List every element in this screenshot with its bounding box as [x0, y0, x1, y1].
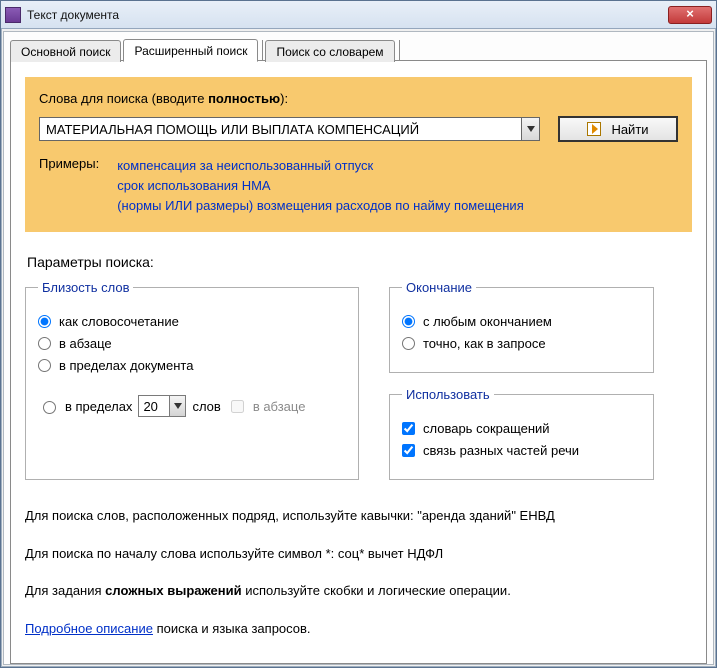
radio-as-phrase-input[interactable]: [38, 315, 51, 328]
use-group: Использовать словарь сокращений связь ра…: [389, 387, 654, 480]
hints-block: Для поиска слов, расположенных подряд, и…: [25, 506, 692, 638]
search-label: Слова для поиска (вводите полностью):: [39, 91, 678, 106]
examples-lines: компенсация за неиспользованный отпуск с…: [117, 156, 524, 216]
examples-block: Примеры: компенсация за неиспользованный…: [39, 156, 678, 216]
check-abbr-dict-label: словарь сокращений: [423, 421, 550, 436]
hint-quotes: Для поиска слов, расположенных подряд, и…: [25, 506, 692, 526]
radio-exact-ending[interactable]: точно, как в запросе: [402, 336, 641, 351]
radio-in-paragraph-label: в абзаце: [59, 336, 112, 351]
example-line: срок использования НМА: [117, 176, 524, 196]
radio-within-input[interactable]: [43, 401, 56, 414]
radio-in-paragraph-input[interactable]: [38, 337, 51, 350]
within-spinner: [138, 395, 186, 417]
tabstrip: Основной поиск Расширенный поиск Поиск с…: [10, 38, 707, 61]
radio-in-paragraph[interactable]: в абзаце: [38, 336, 346, 351]
example-line: компенсация за неиспользованный отпуск: [117, 156, 524, 176]
tab-separator: [399, 40, 400, 61]
within-paragraph-checkbox: [231, 400, 244, 413]
tab-basic-search[interactable]: Основной поиск: [10, 40, 121, 62]
ending-legend: Окончание: [402, 280, 476, 295]
search-label-bold: полностью: [208, 91, 280, 106]
check-abbr-dict-input[interactable]: [402, 422, 415, 435]
chevron-down-icon: [174, 403, 182, 409]
check-abbr-dict[interactable]: словарь сокращений: [402, 421, 641, 436]
proximity-legend: Близость слов: [38, 280, 133, 295]
close-button[interactable]: ×: [668, 6, 712, 24]
params-row: Близость слов как словосочетание в абзац…: [25, 280, 692, 480]
proximity-group: Близость слов как словосочетание в абзац…: [25, 280, 359, 480]
params-title: Параметры поиска:: [27, 254, 692, 270]
within-spin-button[interactable]: [170, 395, 186, 417]
examples-caption: Примеры:: [39, 156, 99, 216]
check-pos-link-input[interactable]: [402, 444, 415, 457]
check-pos-link[interactable]: связь разных частей речи: [402, 443, 641, 458]
search-panel: Слова для поиска (вводите полностью): На…: [25, 77, 692, 232]
radio-any-ending[interactable]: с любым окончанием: [402, 314, 641, 329]
search-field: [39, 117, 540, 141]
search-label-suffix: ):: [280, 91, 288, 106]
tab-advanced-search[interactable]: Расширенный поиск: [123, 39, 258, 62]
within-prefix: в пределах: [65, 399, 132, 414]
hint-star: Для поиска по началу слова используйте с…: [25, 544, 692, 564]
example-line: (нормы ИЛИ размеры) возмещения расходов …: [117, 196, 524, 216]
right-col: Окончание с любым окончанием точно, как …: [389, 280, 654, 480]
app-icon: [5, 7, 21, 23]
hint-expressions: Для задания сложных выражений используйт…: [25, 581, 692, 601]
within-row: в пределах слов в абзаце: [38, 395, 346, 417]
find-icon: [587, 122, 601, 136]
ending-group: Окончание с любым окончанием точно, как …: [389, 280, 654, 373]
chevron-down-icon: [527, 126, 535, 132]
radio-exact-ending-label: точно, как в запросе: [423, 336, 546, 351]
radio-in-document-label: в пределах документа: [59, 358, 193, 373]
use-legend: Использовать: [402, 387, 494, 402]
window: Текст документа × Основной поиск Расшире…: [0, 0, 717, 668]
tab-separator: [262, 40, 263, 61]
tab-dictionary-search[interactable]: Поиск со словарем: [265, 40, 394, 62]
search-row: Найти: [39, 116, 678, 142]
radio-in-document[interactable]: в пределах документа: [38, 358, 346, 373]
hint-link-suffix: поиска и языка запросов.: [153, 621, 311, 636]
radio-as-phrase-label: как словосочетание: [59, 314, 179, 329]
hint-link-line: Подробное описание поиска и языка запрос…: [25, 619, 692, 639]
search-input[interactable]: [39, 117, 522, 141]
find-button-label: Найти: [611, 122, 648, 137]
hint-expr-prefix: Для задания: [25, 583, 105, 598]
hint-expr-suffix: используйте скобки и логические операции…: [242, 583, 511, 598]
within-words-label: слов: [192, 399, 220, 414]
radio-any-ending-input[interactable]: [402, 315, 415, 328]
search-dropdown-button[interactable]: [522, 117, 540, 141]
detailed-description-link[interactable]: Подробное описание: [25, 621, 153, 636]
window-title: Текст документа: [27, 8, 668, 22]
search-label-prefix: Слова для поиска (вводите: [39, 91, 208, 106]
client-area: Основной поиск Расширенный поиск Поиск с…: [3, 31, 714, 665]
radio-any-ending-label: с любым окончанием: [423, 314, 552, 329]
radio-exact-ending-input[interactable]: [402, 337, 415, 350]
check-pos-link-label: связь разных частей речи: [423, 443, 579, 458]
radio-in-document-input[interactable]: [38, 359, 51, 372]
find-button[interactable]: Найти: [558, 116, 678, 142]
tabpage-advanced: Слова для поиска (вводите полностью): На…: [10, 60, 707, 664]
within-paragraph-label: в абзаце: [253, 399, 306, 414]
within-value-input[interactable]: [138, 395, 170, 417]
titlebar: Текст документа ×: [1, 1, 716, 29]
radio-as-phrase[interactable]: как словосочетание: [38, 314, 346, 329]
hint-expr-bold: сложных выражений: [105, 583, 241, 598]
